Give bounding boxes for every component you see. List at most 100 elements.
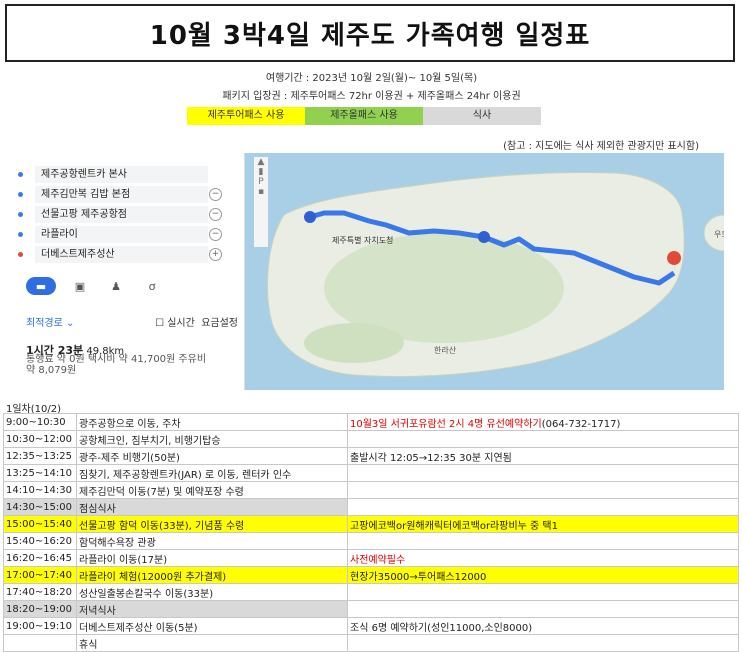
table-row: 13:25~14:10 짐찾기, 제주공항렌트카(JAR) 로 이동, 렌터카 인… [3, 464, 739, 482]
table-row: 15:40~16:20 함덕해수욕장 관광 [3, 532, 739, 550]
table-row: 19:00~19:10 더베스트제주성산 이동(5분) 조식 6명 예약하기(성인1… [3, 617, 739, 635]
fare-line-1: 통행료 약 0원 택시비 약 41,700원 주유비 [26, 354, 207, 365]
waypoint-3[interactable]: 선물고팡 제주공항점 − [18, 205, 222, 224]
note-red: 10월3일 서귀포유람선 2시 4명 유선예약하기 [350, 418, 542, 430]
start-marker[interactable] [304, 211, 316, 223]
walk-icon[interactable]: ♟ [104, 277, 128, 295]
waypoint-2[interactable]: 제주김만복 김밥 본점 − [18, 185, 222, 204]
waypoint-input[interactable]: 제주공항렌트카 본사 [35, 166, 208, 183]
time-cell: 9:00~10:30 [3, 413, 77, 431]
table-row: 15:00~15:40 선물고팡 함덕 이동(33분), 기념품 수령 고팡에코백o… [3, 515, 739, 533]
time-cell: 15:40~16:20 [3, 532, 77, 550]
table-row: 14:30~15:00 점심식사 [3, 498, 739, 516]
waypoint-5[interactable]: 더베스트제주성산 + [18, 245, 222, 264]
note-cell: 조식 6명 예약하기(성인11000,소인8000) [347, 617, 739, 635]
table-row: 17:40~18:20 성산일출봉손칼국수 이동(33분) [3, 583, 739, 601]
note-text: 현장가35000→투어패스12000 [350, 571, 487, 583]
activity-cell: 짐찾기, 제주공항렌트카(JAR) 로 이동, 렌터카 인수 [76, 464, 348, 482]
note-cell [347, 583, 739, 601]
activity-cell: 공항체크인, 짐부치기, 비행기탑승 [76, 430, 348, 448]
waypoint-marker[interactable] [478, 231, 490, 243]
time-cell: 17:00~17:40 [3, 566, 77, 584]
package-info: 패키지 입장권 : 제주투어패스 72hr 이용권 + 제주올패스 24hr 이… [222, 91, 521, 102]
lock-icon[interactable]: ▪ [254, 187, 268, 197]
activity-cell: 선물고팡 함덕 이동(33분), 기념품 수령 [76, 515, 348, 533]
time-cell [3, 634, 77, 652]
color-legend: 제주투어패스 사용 제주올패스 사용 식사 [187, 107, 541, 125]
table-row: 9:00~10:30 광주공항으로 이동, 주차 10월3일 서귀포유람선 2시 4… [3, 413, 739, 431]
route-map[interactable]: 제주특별 자치도청 한라산 우도 제주공항렌트카 본사 제주김만복 김밥 본점−… [14, 153, 724, 390]
table-row: 17:00~17:40 라플라이 체험(12000원 추가결제) 현장가35000→… [3, 566, 739, 584]
activity-cell: 광주공항으로 이동, 주차 [76, 413, 348, 431]
time-cell: 19:00~19:10 [3, 617, 77, 635]
transport-modes: ▬ ▣ ♟ ơ [26, 277, 164, 295]
table-row: 휴식 [3, 634, 739, 652]
remove-icon[interactable]: − [209, 228, 222, 241]
activity-cell: 성산일출봉손칼국수 이동(33분) [76, 583, 348, 601]
legend-meal: 식사 [423, 107, 541, 125]
table-row: 18:20~19:00 저녁식사 [3, 600, 739, 618]
note-text: 조식 6명 예약하기(성인11000,소인8000) [350, 622, 533, 634]
map-tools: ▲ ▮ P ▪ [254, 157, 268, 247]
note-cell [347, 430, 739, 448]
fare-info: 통행료 약 0원 택시비 약 41,700원 주유비 약 8,079원 [26, 354, 241, 376]
note-cell [347, 481, 739, 499]
table-row: 10:30~12:00 공항체크인, 짐부치기, 비행기탑승 [3, 430, 739, 448]
bike-icon[interactable]: ơ [140, 277, 164, 295]
hallasan-label: 한라산 [434, 345, 457, 355]
title-box: 10월 3박4일 제주도 가족여행 일정표 [5, 4, 735, 62]
note-cell [347, 532, 739, 550]
note-cell: 현장가35000→투어패스12000 [347, 566, 739, 584]
note-text: 고팡에코백or원해캐릭터에코백or라팡비누 중 택1 [350, 520, 558, 532]
activity-cell: 더베스트제주성산 이동(5분) [76, 617, 348, 635]
activity-cell: 라플라이 체험(12000원 추가결제) [76, 566, 348, 584]
note-cell [347, 464, 739, 482]
note-text: (064-732-1717) [541, 418, 621, 430]
time-cell: 17:40~18:20 [3, 583, 77, 601]
table-row: 12:35~13:25 광주-제주 비행기(50분) 출발시각 12:05→12:3… [3, 447, 739, 465]
map-note: (참고 : 지도에는 식사 제외한 관광지만 표시함) [503, 141, 699, 152]
note-cell [347, 498, 739, 516]
table-row: 16:20~16:45 라플라이 이동(17분) 사전예약필수 [3, 549, 739, 567]
waypoint-input[interactable]: 제주김만복 김밥 본점 [35, 186, 208, 203]
route-option-select[interactable]: 최적경로 ⌄ [26, 314, 74, 329]
remove-icon[interactable]: − [209, 208, 222, 221]
time-cell: 12:35~13:25 [3, 447, 77, 465]
realtime-label: 실시간 [167, 318, 195, 329]
travel-period: 여행기간 : 2023년 10월 2일(월)~ 10월 5일(목) [265, 73, 478, 84]
time-cell: 14:30~15:00 [3, 498, 77, 516]
time-cell: 10:30~12:00 [3, 430, 77, 448]
waypoint-input[interactable]: 선물고팡 제주공항점 [35, 206, 208, 223]
waypoint-1[interactable]: 제주공항렌트카 본사 [18, 165, 208, 184]
parking-icon[interactable]: P [254, 177, 268, 187]
activity-cell: 함덕해수욕장 관광 [76, 532, 348, 550]
bus-icon[interactable]: ▣ [68, 277, 92, 295]
add-icon[interactable]: + [209, 248, 222, 261]
page-title: 10월 3박4일 제주도 가족여행 일정표 [149, 20, 591, 51]
car-icon[interactable]: ▬ [26, 277, 56, 295]
jeju-city-label: 제주특별 자치도청 [332, 235, 393, 245]
activity-cell: 휴식 [76, 634, 348, 652]
triangle-icon[interactable]: ▲ [254, 157, 268, 167]
legend-allpass: 제주올패스 사용 [305, 107, 423, 125]
time-cell: 13:25~14:10 [3, 464, 77, 482]
note-cell: 10월3일 서귀포유람선 2시 4명 유선예약하기(064-732-1717) [347, 413, 739, 431]
waypoint-input[interactable]: 더베스트제주성산 [35, 246, 208, 263]
fare-setting-link[interactable]: 요금설정 [201, 318, 238, 329]
activity-cell: 점심식사 [76, 498, 348, 516]
realtime-checkbox[interactable]: ☐ [155, 318, 164, 329]
fuel-icon[interactable]: ▮ [254, 167, 268, 177]
table-row: 14:10~14:30 제주김만덕 이동(7분) 및 예약포장 수령 [3, 481, 739, 499]
note-red: 사전예약필수 [350, 554, 406, 566]
waypoint-4[interactable]: 라플라이 − [18, 225, 222, 244]
note-cell [347, 600, 739, 618]
time-cell: 15:00~15:40 [3, 515, 77, 533]
activity-cell: 라플라이 이동(17분) [76, 549, 348, 567]
waypoint-input[interactable]: 라플라이 [35, 226, 208, 243]
note-cell: 고팡에코백or원해캐릭터에코백or라팡비누 중 택1 [347, 515, 739, 533]
remove-icon[interactable]: − [209, 188, 222, 201]
note-cell [347, 634, 739, 652]
time-cell: 14:10~14:30 [3, 481, 77, 499]
day1-schedule: 9:00~10:30 광주공항으로 이동, 주차 10월3일 서귀포유람선 2시 4… [3, 413, 739, 652]
udo-label: 우도 [714, 230, 724, 239]
